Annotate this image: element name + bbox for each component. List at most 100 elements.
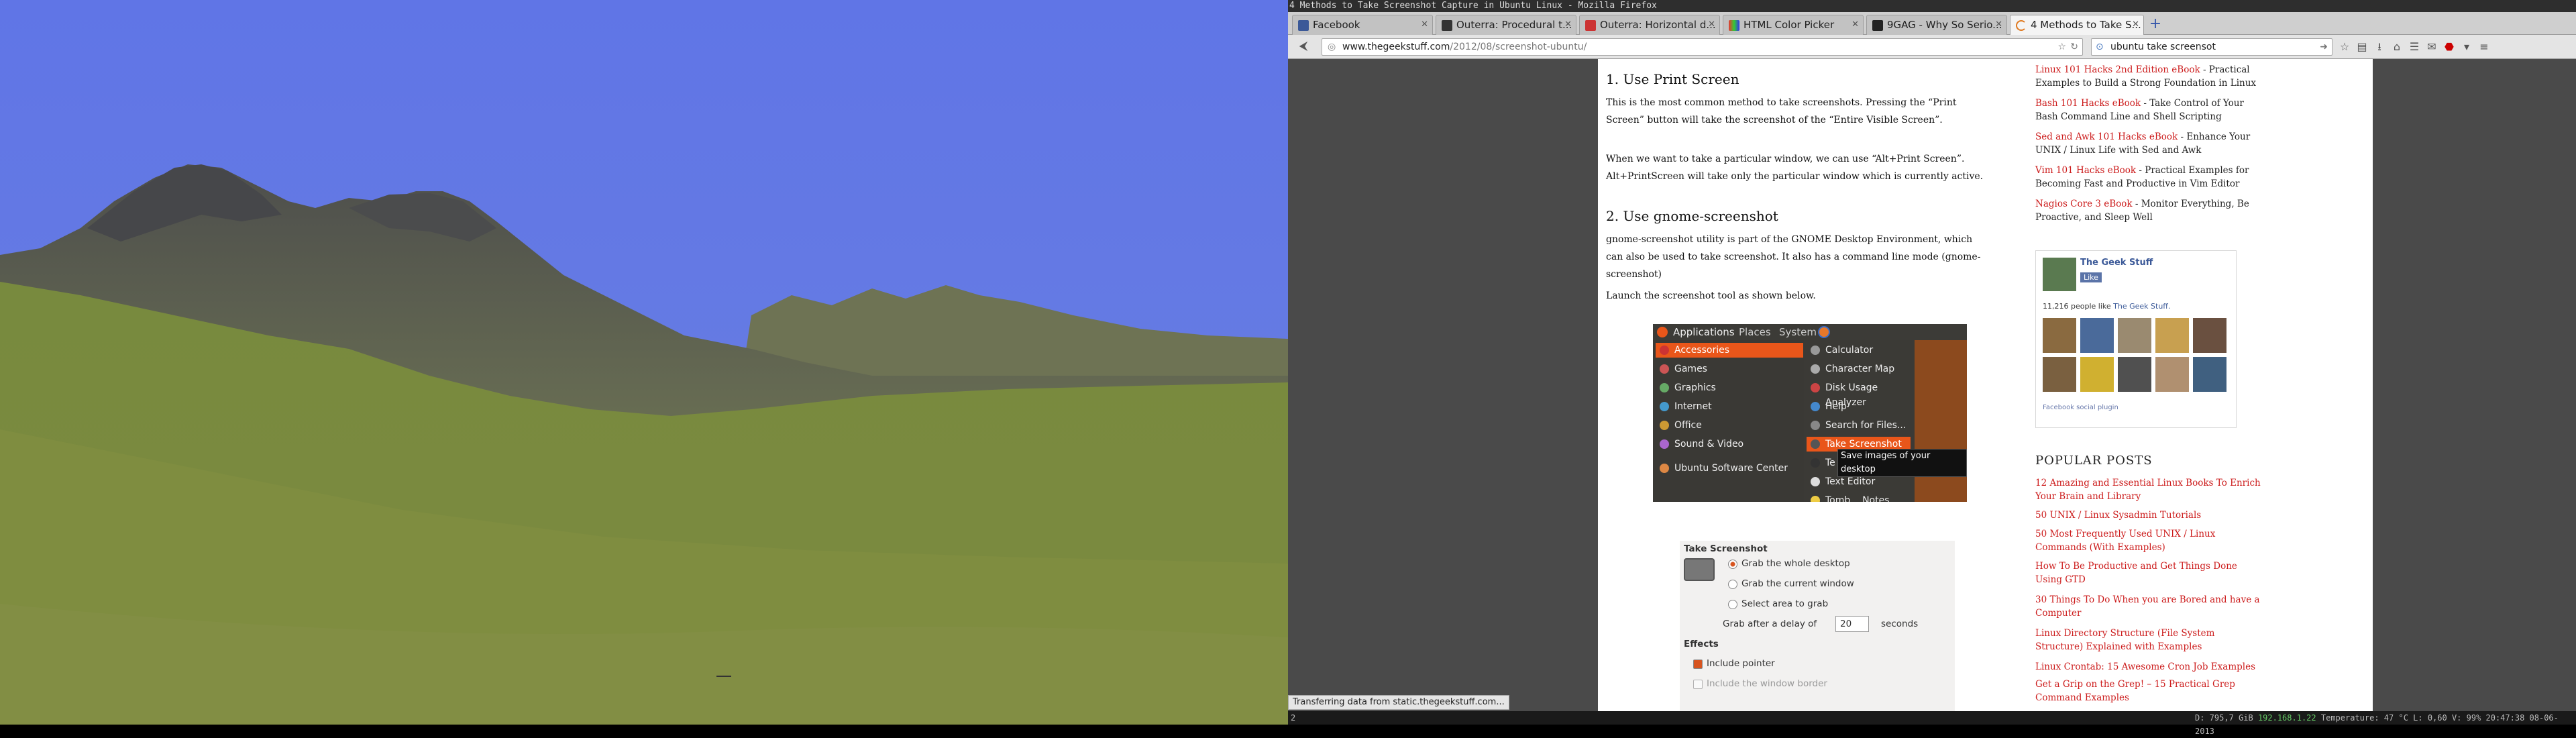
book-link[interactable]: Nagios Core 3 eBook	[2035, 199, 2133, 209]
site-identity-icon[interactable]: ◎	[1328, 39, 1336, 55]
tab-outerra-procedural[interactable]: Outerra: Procedural t... ✕	[1436, 15, 1576, 35]
popular-post: 50 UNIX / Linux Sysadmin Tutorials	[2035, 509, 2263, 522]
desktop-wallpaper	[1915, 340, 1967, 502]
close-icon[interactable]: ✕	[2132, 15, 2139, 34]
search-go-icon[interactable]: ➜	[2320, 39, 2328, 55]
workspace-indicator[interactable]: 2	[1291, 711, 1295, 725]
tab-screenshot-article[interactable]: 4 Methods to Take S... ✕	[2010, 15, 2144, 35]
fan-avatar[interactable]	[2080, 357, 2114, 392]
reload-icon[interactable]: ↻	[2070, 39, 2078, 55]
menu-label: Tomb... Notes	[1825, 495, 1890, 502]
fan-avatar[interactable]	[2118, 318, 2151, 353]
book-link[interactable]: Linux 101 Hacks 2nd Edition eBook	[2035, 64, 2200, 75]
bookmark-icon[interactable]: ☆	[2338, 40, 2351, 54]
fan-avatar[interactable]	[2118, 357, 2151, 392]
fan-avatar[interactable]	[2193, 357, 2226, 392]
popular-post-link[interactable]: Get a Grip on the Grep! – 15 Practical G…	[2035, 679, 2235, 703]
book-link[interactable]: Bash 101 Hacks eBook	[2035, 98, 2141, 109]
bookmark-star-icon[interactable]: ☆	[2057, 39, 2066, 55]
close-icon[interactable]: ✕	[1421, 15, 1428, 34]
firefox-window: 4 Methods to Take Screenshot Capture in …	[1288, 0, 2576, 711]
fan-avatar[interactable]	[2043, 318, 2076, 353]
fan-avatar[interactable]	[2155, 318, 2189, 353]
menu-item-calculator: Calculator	[1807, 343, 1911, 358]
chat-icon[interactable]: ✉	[2425, 40, 2438, 54]
menu-item-graphics: Graphics	[1656, 380, 1803, 395]
tab-facebook[interactable]: Facebook ✕	[1292, 15, 1433, 35]
office-icon	[1660, 421, 1669, 430]
fan-avatar[interactable]	[2080, 318, 2114, 353]
gnome-panel: Applications Places System	[1653, 324, 1967, 340]
menu-label: Calculator	[1825, 345, 1874, 356]
fb-count-text: 11,216 people like	[2043, 302, 2111, 311]
terminal-icon	[1811, 458, 1820, 468]
popular-post-link[interactable]: 12 Amazing and Essential Linux Books To …	[2035, 478, 2261, 502]
page-content[interactable]: 1. Use Print Screen This is the most com…	[1288, 59, 2576, 711]
option-label: Select area to grab	[1741, 598, 1829, 609]
close-icon[interactable]: ✕	[1995, 15, 2002, 34]
nav-toolbar: ⮜ ◎ www.thegeekstuff.com/2012/08/screens…	[1288, 35, 2576, 59]
popular-post-link[interactable]: Linux Crontab: 15 Awesome Cron Job Examp…	[2035, 662, 2255, 672]
notes-icon	[1811, 496, 1820, 502]
url-path: /2012/08/screenshot-ubuntu/	[1450, 42, 1587, 52]
back-button[interactable]: ⮜	[1296, 39, 1311, 54]
terrain-viewport[interactable]	[0, 0, 1288, 725]
book-link[interactable]: Sed and Awk 101 Hacks eBook	[2035, 131, 2178, 142]
home-icon[interactable]: ⌂	[2390, 40, 2404, 54]
close-icon[interactable]: ✕	[1851, 15, 1859, 34]
status-bar: Transferring data from static.thegeekstu…	[1288, 695, 1509, 710]
popular-post-link[interactable]: How To Be Productive and Get Things Done…	[2035, 561, 2237, 585]
addon-icon[interactable]: ▾	[2460, 40, 2473, 54]
book-link[interactable]: Vim 101 Hacks eBook	[2035, 165, 2136, 176]
tab-color-picker[interactable]: HTML Color Picker ✕	[1723, 15, 1864, 35]
heading-gnome-screenshot: 2. Use gnome-screenshot	[1606, 208, 1778, 224]
popular-post-link[interactable]: 50 UNIX / Linux Sysadmin Tutorials	[2035, 510, 2201, 521]
menu-icon[interactable]: ≡	[2477, 40, 2491, 54]
search-bar[interactable]: ⊙ ubuntu take screensot ➜	[2091, 38, 2332, 56]
menu-places: Places	[1739, 326, 1771, 338]
social-icon[interactable]: ☰	[2408, 40, 2421, 54]
close-icon[interactable]: ✕	[1564, 15, 1572, 34]
firefox-launcher-icon	[1818, 326, 1830, 338]
bookmarks-menu-icon[interactable]: ▤	[2355, 40, 2369, 54]
accessories-icon	[1660, 346, 1669, 355]
facebook-like-box: The Geek Stuff Like 11,216 people like T…	[2035, 250, 2237, 428]
popular-post-link[interactable]: 50 Most Frequently Used UNIX / Linux Com…	[2035, 529, 2215, 553]
option-label: Grab the whole desktop	[1741, 558, 1850, 569]
facebook-icon	[1298, 20, 1309, 31]
tab-9gag[interactable]: 9GAG - Why So Serio... ✕	[1866, 15, 2007, 35]
checkbox-include-pointer	[1693, 660, 1703, 669]
popular-post: Get a Grip on the Grep! – 15 Practical G…	[2035, 678, 2263, 704]
downloads-icon[interactable]: ⭳	[2373, 40, 2386, 54]
calculator-icon	[1811, 346, 1820, 355]
fb-like-button[interactable]: Like	[2080, 272, 2102, 282]
book-entry: Nagios Core 3 eBook - Monitor Everything…	[2035, 197, 2263, 224]
tab-label: 4 Methods to Take S...	[2031, 19, 2141, 31]
fan-avatar[interactable]	[2155, 357, 2189, 392]
tab-outerra-horizontal[interactable]: Outerra: Horizontal d... ✕	[1579, 15, 1720, 35]
popular-post-link[interactable]: 30 Things To Do When you are Bored and h…	[2035, 594, 2260, 619]
close-icon[interactable]: ✕	[1708, 15, 1715, 34]
menu-item-office: Office	[1656, 418, 1803, 433]
paragraph: gnome-screenshot utility is part of the …	[1606, 234, 1981, 280]
search-engine-icon[interactable]: ⊙	[2096, 39, 2104, 55]
new-tab-button[interactable]: +	[2148, 17, 2163, 32]
tab-strip: Facebook ✕ Outerra: Procedural t... ✕ Oute…	[1288, 12, 2576, 35]
fan-avatar[interactable]	[2193, 318, 2226, 353]
fb-like-count: 11,216 people like The Geek Stuff.	[2043, 302, 2170, 311]
popular-post-link[interactable]: Linux Directory Structure (File System S…	[2035, 628, 2214, 652]
url-bar[interactable]: ◎ www.thegeekstuff.com/2012/08/screensho…	[1322, 38, 2083, 56]
9gag-icon	[1872, 20, 1883, 31]
menu-item-search-files: Search for Files...	[1807, 418, 1911, 433]
radio-select-area	[1728, 600, 1737, 609]
book-entry: Bash 101 Hacks eBook - Take Control of Y…	[2035, 97, 2263, 123]
effects-heading: Effects	[1684, 639, 1719, 649]
delay-label: Grab after a delay of	[1723, 619, 1817, 629]
fan-avatar[interactable]	[2043, 357, 2076, 392]
search-icon	[1811, 421, 1820, 430]
menu-system: System	[1779, 326, 1817, 338]
fb-count-link[interactable]: The Geek Stuff.	[2113, 302, 2170, 311]
menu-screenshot-image: Applications Places System Accessories G…	[1653, 324, 1967, 502]
adblock-icon[interactable]: ⬣	[2443, 40, 2456, 54]
fb-page-link[interactable]: The Geek Stuff	[2080, 258, 2153, 268]
